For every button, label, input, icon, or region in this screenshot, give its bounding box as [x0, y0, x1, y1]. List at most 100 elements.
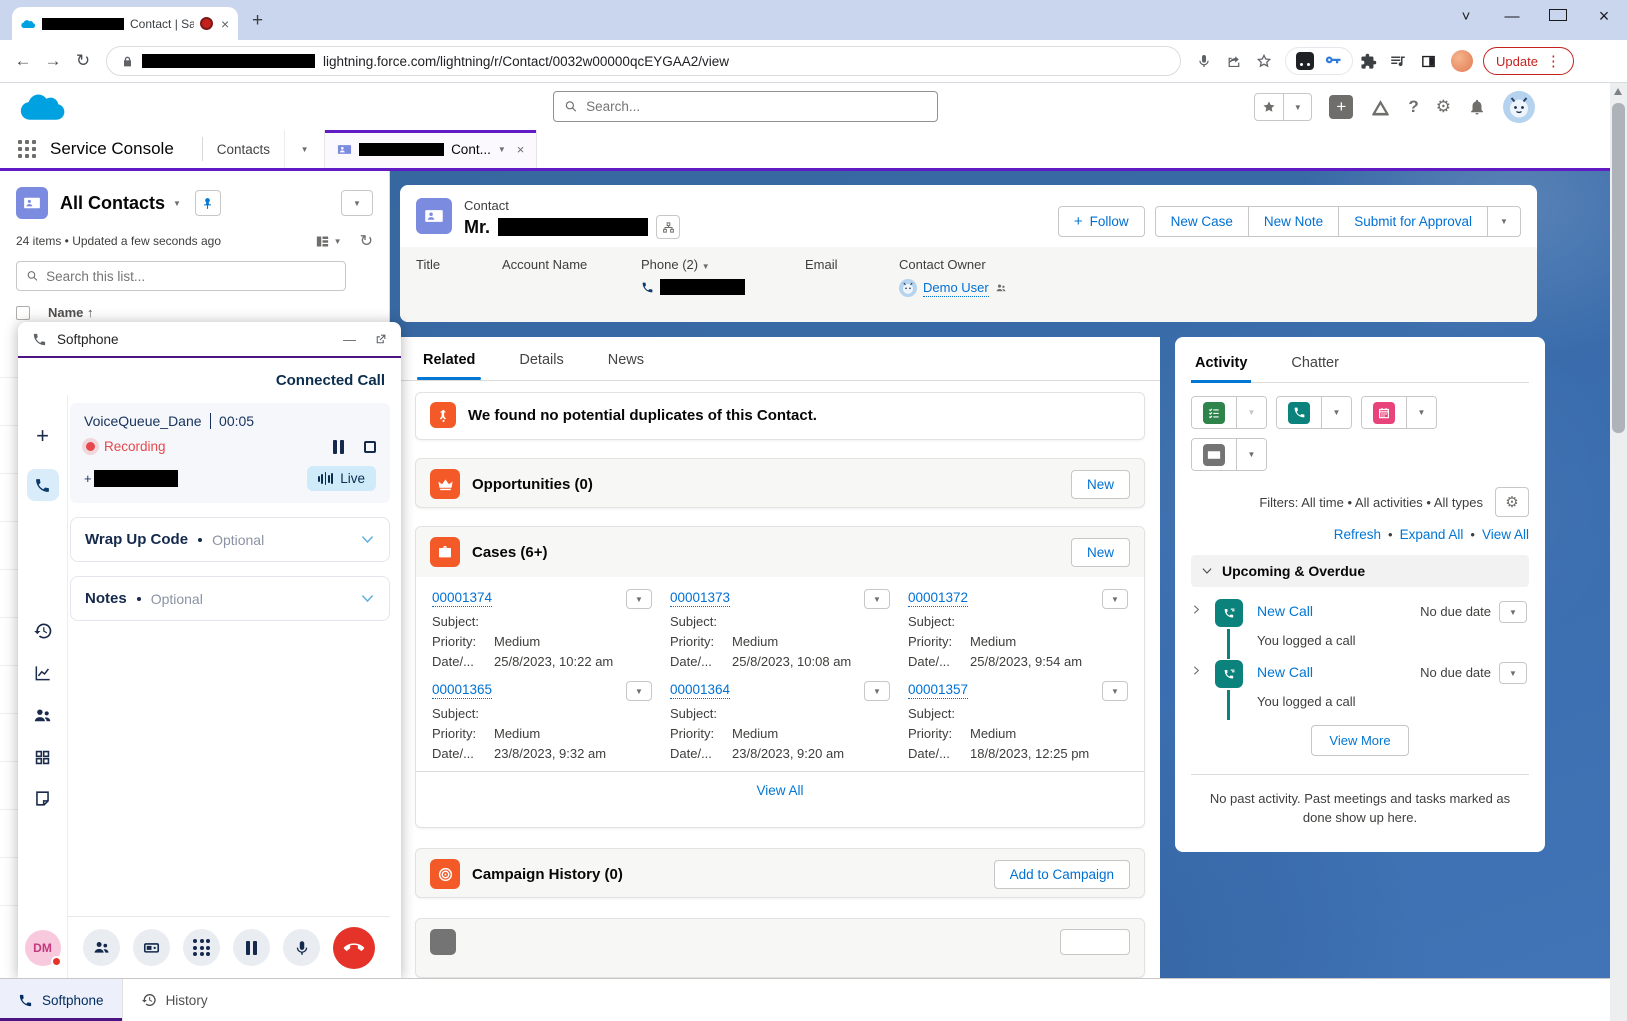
tab-activity[interactable]: Activity [1195, 355, 1247, 382]
browser-profile-avatar[interactable] [1451, 50, 1473, 72]
case-row-actions-caret[interactable]: ▼ [626, 681, 652, 701]
case-number-link[interactable]: 00001365 [432, 682, 492, 699]
refresh-link[interactable]: Refresh [1334, 527, 1381, 542]
tab-related[interactable]: Related [423, 352, 475, 380]
guidance-center-icon[interactable] [1370, 97, 1391, 118]
case-row-actions-caret[interactable]: ▼ [864, 589, 890, 609]
owner-link[interactable]: Demo User [923, 280, 989, 297]
subtab-close-icon[interactable]: × [517, 142, 525, 157]
end-call-button[interactable] [333, 927, 375, 969]
new-note-button[interactable]: New Note [1248, 206, 1339, 237]
tab-search-chevron-icon[interactable]: ˅ [1457, 8, 1475, 25]
new-case-related-button[interactable]: New [1071, 538, 1130, 567]
extensions-puzzle-icon[interactable] [1353, 46, 1383, 76]
notes-section[interactable]: Notes Optional [70, 576, 390, 621]
mute-mic-icon[interactable] [283, 929, 320, 966]
switch-device-icon[interactable] [133, 929, 170, 966]
view-more-button[interactable]: View More [1311, 725, 1408, 756]
global-search-box[interactable] [553, 91, 938, 122]
activity-title-link[interactable]: New Call [1257, 664, 1412, 680]
forward-button[interactable]: → [38, 51, 68, 71]
new-task-caret[interactable]: ▼ [1236, 397, 1266, 428]
name-column-header[interactable]: Name ↑ [48, 305, 94, 320]
change-owner-icon[interactable] [995, 282, 1007, 294]
refresh-list-icon[interactable]: ↻ [360, 231, 373, 251]
submit-for-approval-button[interactable]: Submit for Approval [1338, 206, 1488, 237]
extension-key-icon[interactable] [1324, 52, 1342, 70]
wrap-up-code-section[interactable]: Wrap Up Code Optional [70, 517, 390, 562]
stop-recording-icon[interactable] [364, 441, 376, 453]
activity-actions-caret[interactable]: ▼ [1499, 601, 1527, 623]
notes-icon[interactable] [33, 789, 52, 808]
extension-boxdots-icon[interactable] [1296, 52, 1314, 70]
page-scrollbar[interactable] [1610, 83, 1627, 1021]
list-view-selector-caret-icon[interactable]: ▼ [173, 199, 181, 208]
window-maximize-button[interactable] [1549, 8, 1567, 25]
favorites-star-icon[interactable] [1255, 94, 1283, 120]
scrollbar-up-arrow[interactable] [1614, 88, 1622, 95]
back-button[interactable]: ← [8, 51, 38, 71]
email-button[interactable] [1192, 439, 1236, 470]
user-avatar[interactable] [1503, 91, 1535, 123]
mic-icon[interactable] [1189, 46, 1219, 76]
expand-chevron-icon[interactable] [1191, 604, 1202, 615]
contacts-icon[interactable] [32, 705, 53, 726]
minimize-softphone-button[interactable]: — [343, 332, 356, 347]
nav-tab-contacts-caret-icon[interactable]: ▼ [284, 130, 324, 168]
select-all-checkbox[interactable] [16, 306, 30, 320]
transfer-call-icon[interactable] [83, 929, 120, 966]
list-search-box[interactable] [16, 261, 346, 291]
activity-title-link[interactable]: New Call [1257, 603, 1412, 619]
follow-button[interactable]: + Follow [1058, 206, 1145, 237]
sidebar-icon[interactable] [1413, 46, 1443, 76]
opportunities-title[interactable]: Opportunities (0) [472, 476, 593, 493]
agent-avatar[interactable]: DM [25, 930, 61, 966]
workspace-subtab-contact[interactable]: Cont... ▼ × [324, 130, 537, 168]
case-number-link[interactable]: 00001373 [670, 590, 730, 607]
case-row-actions-caret[interactable]: ▼ [864, 681, 890, 701]
call-history-icon[interactable] [33, 621, 53, 641]
case-number-link[interactable]: 00001364 [670, 682, 730, 699]
phone-field-label[interactable]: Phone (2) ▼ [641, 257, 791, 272]
expand-all-link[interactable]: Expand All [1400, 527, 1464, 542]
campaign-history-title[interactable]: Campaign History (0) [472, 866, 623, 883]
case-number-link[interactable]: 00001357 [908, 682, 968, 699]
activity-actions-caret[interactable]: ▼ [1499, 662, 1527, 684]
case-number-link[interactable]: 00001372 [908, 590, 968, 607]
tab-details[interactable]: Details [519, 352, 563, 380]
playlist-icon[interactable] [1383, 46, 1413, 76]
list-search-input[interactable] [46, 269, 336, 284]
utility-softphone-tab[interactable]: Softphone [0, 979, 123, 1021]
new-task-button[interactable] [1192, 397, 1236, 428]
case-number-link[interactable]: 00001374 [432, 590, 492, 607]
reload-button[interactable]: ↻ [68, 51, 98, 71]
global-search-input[interactable] [586, 99, 927, 114]
pin-list-view-button[interactable] [195, 190, 221, 216]
app-launcher-waffle-icon[interactable] [18, 140, 36, 158]
hold-call-icon[interactable] [233, 929, 270, 966]
list-actions-caret-button[interactable]: ▼ [341, 190, 373, 216]
log-a-call-button[interactable] [1277, 397, 1321, 428]
new-opportunity-button[interactable]: New [1071, 470, 1130, 499]
active-call-tab-icon[interactable] [27, 469, 59, 501]
share-icon[interactable] [1219, 46, 1249, 76]
window-close-button[interactable]: × [1595, 6, 1613, 27]
popout-icon[interactable] [374, 333, 387, 346]
utility-history-tab[interactable]: History [123, 979, 226, 1021]
tab-close-icon[interactable]: × [221, 16, 229, 32]
view-hierarchy-button[interactable] [656, 215, 680, 239]
favorites-caret-icon[interactable]: ▼ [1283, 94, 1311, 120]
subtab-caret-icon[interactable]: ▼ [498, 145, 506, 154]
view-all-link[interactable]: View All [1482, 527, 1529, 542]
scrollbar-thumb[interactable] [1612, 103, 1625, 433]
expand-chevron-icon[interactable] [1191, 665, 1202, 676]
display-settings-icon[interactable]: ▼ [315, 234, 342, 249]
upcoming-overdue-section-header[interactable]: Upcoming & Overdue [1191, 555, 1529, 587]
log-a-call-caret[interactable]: ▼ [1321, 397, 1351, 428]
activity-settings-gear-icon[interactable]: ⚙ [1495, 487, 1529, 517]
browser-update-button[interactable]: Update ⋮ [1483, 47, 1574, 75]
new-case-button[interactable]: New Case [1155, 206, 1249, 237]
case-row-actions-caret[interactable]: ▼ [1102, 589, 1128, 609]
add-to-campaign-button[interactable]: Add to Campaign [994, 860, 1130, 889]
new-event-caret[interactable]: ▼ [1406, 397, 1436, 428]
